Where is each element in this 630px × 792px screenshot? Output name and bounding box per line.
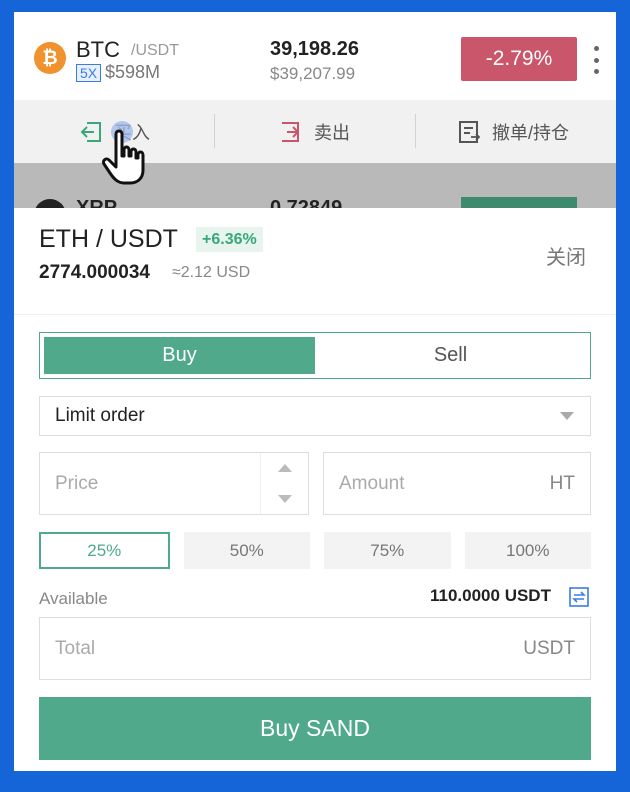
background-row-symbol: XRP [76, 197, 118, 208]
divider [415, 114, 416, 148]
more-icon[interactable] [591, 46, 601, 74]
last-price: 2774.000034 [39, 262, 150, 283]
leverage-badge: 5X [76, 64, 102, 82]
change-percent-button[interactable]: -2.79% [461, 37, 577, 81]
trade-sheet: ETH / USDT +6.36% 2774.000034 ≈2.12 USD … [14, 208, 616, 771]
increment-button[interactable] [261, 453, 308, 484]
ticker-row[interactable]: ₿ BTC /USDT 5X $598M 39,198.26 $39,207.9… [14, 12, 616, 100]
divider [214, 114, 215, 148]
total-unit: USDT [523, 637, 575, 659]
background-row-change [461, 197, 577, 208]
amount-field: HT [323, 452, 591, 515]
sell-out-action[interactable]: 卖出 [278, 100, 350, 163]
percent-50-button[interactable]: 50% [183, 532, 310, 569]
orders-icon [459, 120, 481, 143]
btc-coin-icon: ₿ [34, 42, 66, 74]
side-tabs: Buy Sell [39, 332, 591, 379]
buy-submit-button[interactable]: Buy SAND [39, 697, 591, 760]
orders-label: 撤单/持仓 [492, 122, 570, 143]
ticker-quote: /USDT [131, 42, 179, 59]
percent-25-button[interactable]: 25% [39, 532, 170, 569]
close-button[interactable]: 关闭 [546, 241, 586, 270]
sheet-divider [14, 314, 616, 315]
background-row-value: 0.72849 [270, 197, 343, 208]
percent-75-button[interactable]: 75% [324, 532, 451, 569]
percent-100-button[interactable]: 100% [464, 532, 591, 569]
total-field: USDT [39, 617, 591, 680]
ticker-price-usd: $39,207.99 [270, 64, 356, 83]
order-type-value: Limit order [55, 405, 145, 426]
price-stepper [260, 453, 308, 514]
tab-buy[interactable]: Buy [44, 337, 315, 374]
pair-change-badge: +6.36% [196, 227, 263, 252]
pair-title: ETH / USDT [39, 225, 178, 253]
sell-out-label: 卖出 [314, 122, 350, 143]
transfer-icon[interactable] [569, 587, 589, 607]
approx-usd: ≈2.12 USD [172, 264, 251, 281]
decrement-button[interactable] [261, 484, 308, 515]
sell-out-icon [282, 121, 300, 142]
available-value: 110.0000 USDT [430, 586, 551, 605]
orders-action[interactable]: 撤单/持仓 [456, 100, 569, 163]
ticker-symbol: BTC [76, 37, 120, 62]
app-screen: ₿ BTC /USDT 5X $598M 39,198.26 $39,207.9… [14, 12, 616, 771]
arrow-up-icon [277, 464, 292, 473]
ticker-volume: $598M [105, 62, 161, 82]
arrow-down-icon [277, 494, 292, 503]
xrp-coin-icon [34, 199, 66, 208]
price-field [39, 452, 309, 515]
total-input[interactable] [40, 618, 590, 679]
tab-sell[interactable]: Sell [315, 337, 586, 374]
chevron-down-icon [560, 412, 574, 420]
available-label: Available [39, 589, 108, 608]
ticker-price: 39,198.26 [270, 38, 359, 60]
order-type-select[interactable]: Limit order [39, 396, 591, 436]
percent-selector: 25% 50% 75% 100% [39, 532, 591, 569]
hand-pointer-icon [102, 121, 145, 185]
amount-unit: HT [549, 472, 575, 494]
